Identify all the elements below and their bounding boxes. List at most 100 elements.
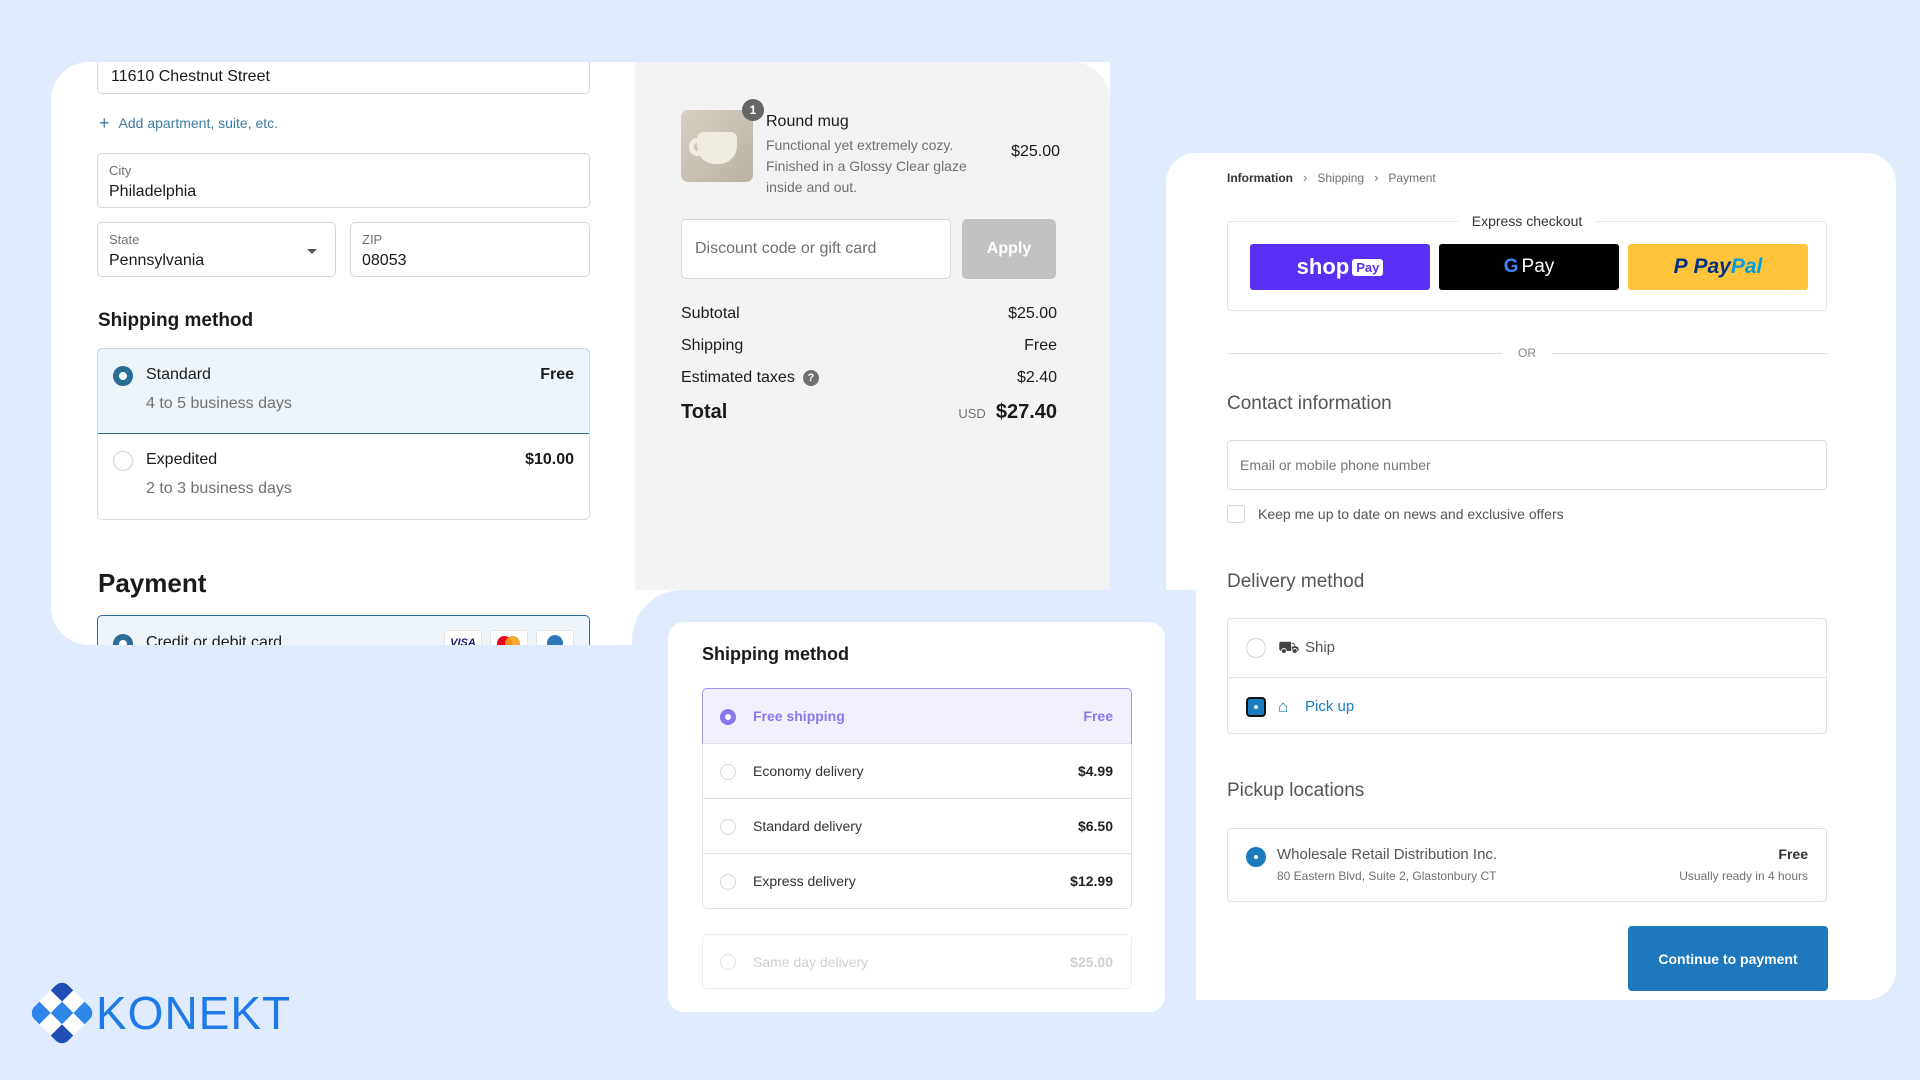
state-select[interactable]: State Pennsylvania	[97, 222, 336, 277]
delivery-method-heading: Delivery method	[1227, 571, 1365, 592]
zip-input[interactable]: ZIP 08053	[350, 222, 590, 277]
row-label: Shipping	[681, 337, 744, 354]
discount-input[interactable]: Discount code or gift card	[681, 219, 951, 279]
city-input[interactable]: City Philadelphia	[97, 153, 590, 208]
pickup-price: Free	[1778, 846, 1808, 862]
row-value: $25.00	[1008, 305, 1057, 322]
newsletter-checkbox[interactable]	[1227, 505, 1245, 523]
radio-disabled	[720, 954, 736, 970]
help-icon[interactable]: ?	[802, 369, 819, 386]
option-name: Standard	[146, 366, 211, 383]
radio-unselected[interactable]	[720, 819, 736, 835]
card-brands: VISA	[444, 630, 574, 645]
option-name: Standard delivery	[753, 818, 862, 834]
address-input[interactable]: 11610 Chestnut Street	[97, 62, 590, 94]
product-image	[681, 110, 753, 182]
or-label: OR	[1518, 346, 1536, 360]
option-name: Economy delivery	[753, 763, 864, 779]
delivery-option-pickup[interactable]: ⌂ Pick up	[1228, 677, 1826, 735]
option-same-day-delivery-disabled: Same day delivery $25.00	[702, 934, 1132, 989]
shipping-method-card: Shipping method Free shipping Free Econo…	[668, 622, 1165, 1012]
email-placeholder: Email or mobile phone number	[1240, 457, 1431, 473]
chevron-down-icon	[307, 249, 317, 254]
breadcrumb-shipping[interactable]: Shipping	[1317, 171, 1364, 185]
subtotal-row: Subtotal $25.00	[681, 305, 1057, 323]
option-name: Expedited	[146, 451, 218, 468]
paypal-button[interactable]: P Pay Pal	[1628, 244, 1808, 290]
taxes-row: Estimated taxes? $2.40	[681, 369, 1057, 387]
paypal-p-icon: P	[1673, 255, 1694, 278]
pickup-address: 80 Eastern Blvd, Suite 2, Glastonbury CT	[1277, 869, 1497, 883]
newsletter-label: Keep me up to date on news and exclusive…	[1258, 506, 1564, 522]
breadcrumb-information[interactable]: Information	[1227, 171, 1293, 185]
add-apartment-label: Add apartment, suite, etc.	[118, 115, 279, 131]
shipping-option-standard[interactable]: Standard 4 to 5 business days Free	[98, 349, 589, 434]
option-subtitle: 4 to 5 business days	[146, 395, 292, 412]
option-price: Free	[540, 366, 574, 383]
option-price: $4.99	[1077, 763, 1113, 779]
option-subtitle: 2 to 3 business days	[146, 480, 292, 497]
pickup-location-option[interactable]: Wholesale Retail Distribution Inc. 80 Ea…	[1227, 828, 1827, 902]
order-summary: 1 Round mug Functional yet extremely coz…	[635, 62, 1110, 590]
option-standard-delivery[interactable]: Standard delivery $6.50	[703, 798, 1131, 853]
radio-unselected[interactable]	[720, 874, 736, 890]
shipping-method-title: Shipping method	[702, 644, 849, 664]
product-price: $25.00	[1011, 143, 1060, 160]
payment-heading: Payment	[98, 568, 207, 598]
radio-unselected[interactable]	[113, 451, 133, 471]
pickup-locations-heading: Pickup locations	[1227, 780, 1365, 801]
product-description: Functional yet extremely cozy. Finished …	[766, 137, 967, 195]
shipping-option-expedited[interactable]: Expedited 2 to 3 business days $10.00	[98, 434, 589, 519]
total-label: Total	[681, 401, 728, 423]
shop-pay-button[interactable]: shop Pay	[1250, 244, 1430, 290]
row-value: Free	[1024, 337, 1057, 354]
option-express-delivery[interactable]: Express delivery $12.99	[703, 853, 1131, 908]
option-price: $10.00	[525, 451, 574, 468]
row-value: $2.40	[1016, 369, 1057, 386]
delivery-option-ship[interactable]: ⛟ Ship	[1228, 619, 1826, 677]
shop-pay-wordmark: shop	[1296, 254, 1350, 279]
konekt-wordmark: KONEKT	[96, 987, 292, 1039]
radio-selected[interactable]	[113, 634, 133, 645]
address-value: 11610 Chestnut Street	[111, 68, 270, 85]
shipping-method-heading: Shipping method	[98, 310, 254, 331]
continue-to-payment-button[interactable]: Continue to payment	[1628, 926, 1828, 991]
chevron-right-icon: ›	[1303, 170, 1308, 185]
payment-option-card[interactable]: Credit or debit card VISA	[97, 615, 590, 645]
shipping-options-list: Free shipping Free Economy delivery $4.9…	[702, 688, 1132, 909]
total-row: Total USD $27.40	[681, 401, 1057, 424]
divider-line	[1552, 353, 1827, 354]
visa-icon: VISA	[444, 630, 482, 645]
option-name: Free shipping	[753, 708, 845, 724]
breadcrumb-payment[interactable]: Payment	[1388, 171, 1435, 185]
contact-information-heading: Contact information	[1227, 393, 1392, 414]
mug-shape	[697, 132, 737, 164]
option-price: $6.50	[1077, 818, 1113, 834]
option-free-shipping[interactable]: Free shipping Free	[702, 688, 1132, 744]
shop-pay-badge: Pay	[1352, 258, 1384, 276]
truck-icon: ⛟	[1278, 638, 1300, 657]
option-name: Express delivery	[753, 873, 856, 889]
express-checkout-label: Express checkout	[1457, 213, 1597, 229]
paypal-label-pal: Pal	[1730, 255, 1763, 278]
quantity-badge: 1	[742, 99, 764, 121]
radio-selected[interactable]	[1246, 697, 1266, 717]
email-input[interactable]: Email or mobile phone number	[1227, 440, 1827, 490]
radio-selected[interactable]	[1246, 847, 1266, 867]
shipping-row: Shipping Free	[681, 337, 1057, 355]
zip-label: ZIP	[362, 232, 383, 247]
radio-selected[interactable]	[113, 366, 133, 386]
google-pay-button[interactable]: G Pay	[1439, 244, 1619, 290]
checkout-form-panel: 11610 Chestnut Street + Add apartment, s…	[51, 62, 1110, 645]
apply-button[interactable]: Apply	[962, 219, 1056, 279]
breadcrumb: Information › Shipping › Payment	[1227, 170, 1436, 185]
city-value: Philadelphia	[109, 183, 197, 200]
radio-selected[interactable]	[720, 709, 736, 725]
zip-value: 08053	[362, 252, 407, 269]
radio-unselected[interactable]	[1246, 638, 1266, 658]
konekt-logo-icon	[28, 979, 96, 1047]
paypal-label-pay: Pay	[1693, 255, 1731, 278]
option-economy-delivery[interactable]: Economy delivery $4.99	[703, 743, 1131, 798]
radio-unselected[interactable]	[720, 764, 736, 780]
add-apartment-link[interactable]: + Add apartment, suite, etc.	[99, 114, 279, 132]
